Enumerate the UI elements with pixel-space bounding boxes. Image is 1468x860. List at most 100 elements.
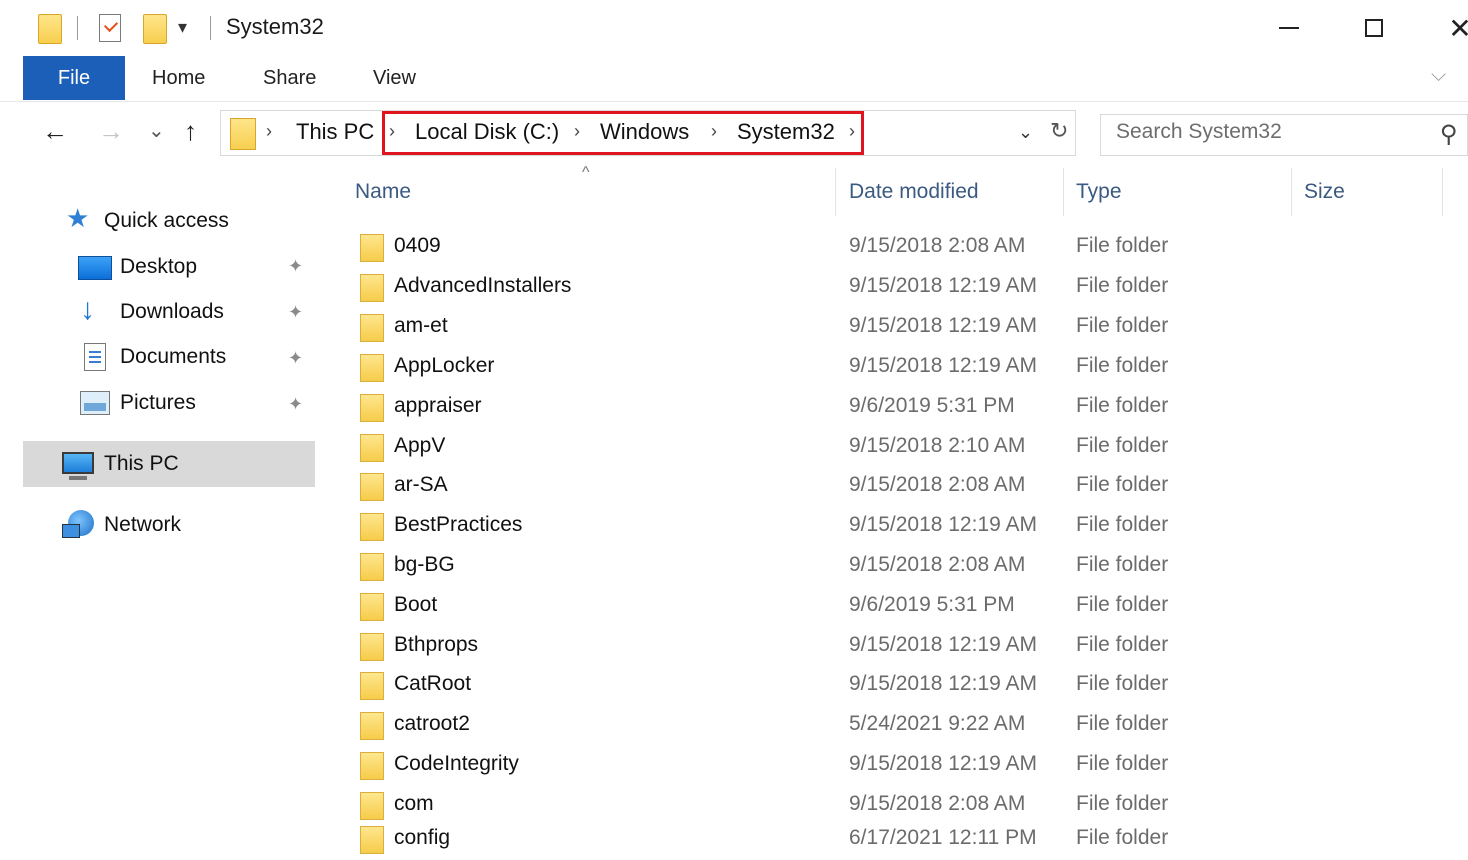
properties-icon[interactable] [99, 14, 121, 42]
star-icon: ★ [66, 203, 90, 233]
sidebar-item-label: Network [104, 513, 182, 536]
breadcrumb-separator[interactable]: › [266, 121, 272, 142]
recent-locations-button[interactable]: ⌄ [148, 118, 165, 143]
file-row[interactable]: appraiser 9/6/2019 5:31 PM File folder [340, 388, 1460, 428]
pin-icon[interactable]: ✦ [288, 348, 303, 369]
sidebar-item-this-pc[interactable]: This PC [62, 443, 179, 485]
folder-icon [360, 234, 384, 262]
column-header-type[interactable]: Type [1076, 180, 1122, 204]
folder-icon [360, 394, 384, 422]
file-row[interactable]: config 6/17/2021 12:11 PM File folder [340, 820, 1460, 860]
folder-icon [360, 712, 384, 740]
pin-icon[interactable]: ✦ [288, 302, 303, 323]
column-divider[interactable] [1063, 168, 1064, 216]
file-name: CodeIntegrity [394, 752, 519, 775]
column-header-size[interactable]: Size [1304, 180, 1345, 204]
file-row[interactable]: AdvancedInstallers 9/15/2018 12:19 AM File… [340, 268, 1460, 308]
file-row[interactable]: Bthprops 9/15/2018 12:19 AM File folder [340, 627, 1460, 667]
window-title: System32 [226, 14, 324, 39]
file-name: config [394, 826, 451, 849]
sidebar-item-label: Desktop [120, 255, 198, 278]
back-button[interactable]: ← [42, 116, 68, 147]
folder-icon [360, 792, 384, 820]
sort-ascending-icon: ^ [582, 164, 590, 181]
address-dropdown-button[interactable]: ⌄ [1018, 122, 1033, 143]
file-type: File folder [1076, 633, 1169, 656]
tab-view[interactable]: View [373, 56, 416, 100]
maximize-button[interactable] [1350, 6, 1398, 50]
file-type: File folder [1076, 473, 1169, 496]
breadcrumb-this-pc[interactable]: This PC [296, 119, 374, 145]
file-row[interactable]: catroot2 5/24/2021 9:22 AM File folder [340, 706, 1460, 746]
column-divider[interactable] [1442, 168, 1443, 216]
file-type: File folder [1076, 792, 1169, 815]
file-type: File folder [1076, 434, 1169, 457]
sidebar-item-label: Pictures [120, 391, 196, 414]
search-input[interactable]: Search System32 [1116, 120, 1282, 144]
tab-home[interactable]: Home [152, 56, 205, 100]
folder-icon [360, 513, 384, 541]
file-row[interactable]: CatRoot 9/15/2018 12:19 AM File folder [340, 666, 1460, 706]
file-name: bg-BG [394, 553, 455, 576]
file-name: AppV [394, 434, 446, 457]
desktop-icon [78, 256, 112, 280]
file-name: Bthprops [394, 633, 479, 656]
file-type: File folder [1076, 752, 1169, 775]
file-type: File folder [1076, 234, 1169, 257]
folder-icon [360, 752, 384, 780]
pin-icon[interactable]: ✦ [288, 256, 303, 277]
close-icon: ✕ [1448, 12, 1468, 44]
sidebar-item-label: Documents [120, 345, 227, 368]
folder-icon[interactable] [38, 14, 62, 44]
divider [0, 101, 1468, 102]
refresh-button[interactable]: ↻ [1050, 118, 1074, 146]
sidebar-item-quick-access[interactable]: ★ Quick access [66, 200, 229, 242]
tab-file[interactable]: File [23, 56, 125, 100]
file-type: File folder [1076, 672, 1169, 695]
separator [210, 16, 211, 40]
file-row[interactable]: BestPractices 9/15/2018 12:19 AM File fold… [340, 507, 1460, 547]
search-icon[interactable]: ⚲ [1440, 120, 1458, 149]
pictures-icon [80, 391, 110, 415]
file-type: File folder [1076, 314, 1169, 337]
minimize-button[interactable] [1265, 6, 1313, 50]
file-row[interactable]: Boot 9/6/2019 5:31 PM File folder [340, 587, 1460, 627]
file-row[interactable]: AppV 9/15/2018 2:10 AM File folder [340, 428, 1460, 468]
file-date: 6/17/2021 12:11 PM [849, 826, 1037, 849]
file-name: 0409 [394, 234, 441, 257]
quick-access-toolbar-dropdown[interactable]: ▾ [178, 17, 187, 38]
documents-icon [84, 343, 106, 371]
file-row[interactable]: am-et 9/15/2018 12:19 AM File folder [340, 308, 1460, 348]
column-header-name[interactable]: Name [355, 180, 411, 204]
file-date: 9/15/2018 12:19 AM [849, 274, 1037, 297]
sidebar-item-label: Downloads [120, 300, 224, 323]
file-date: 9/15/2018 2:08 AM [849, 553, 1026, 576]
sidebar-item-network[interactable]: Network [62, 504, 181, 546]
file-type: File folder [1076, 593, 1169, 616]
folder-icon [360, 672, 384, 700]
file-row[interactable]: CodeIntegrity 9/15/2018 12:19 AM File fold… [340, 746, 1460, 786]
close-button[interactable]: ✕ [1436, 6, 1468, 50]
file-row[interactable]: bg-BG 9/15/2018 2:08 AM File folder [340, 547, 1460, 587]
folder-icon [360, 553, 384, 581]
file-row[interactable]: AppLocker 9/15/2018 12:19 AM File folder [340, 348, 1460, 388]
column-divider[interactable] [1291, 168, 1292, 216]
file-row[interactable]: 0409 9/15/2018 2:08 AM File folder [340, 228, 1460, 268]
new-folder-icon[interactable] [143, 14, 167, 44]
sidebar-item-pictures[interactable]: Pictures [78, 382, 196, 424]
up-button[interactable]: ↑ [184, 116, 197, 147]
file-row[interactable]: ar-SA 9/15/2018 2:08 AM File folder [340, 467, 1460, 507]
forward-button[interactable]: → [98, 116, 124, 147]
sidebar-item-documents[interactable]: Documents [78, 336, 226, 378]
separator [77, 16, 78, 40]
sidebar-item-desktop[interactable]: Desktop [78, 246, 197, 288]
expand-ribbon-icon[interactable]: ⌵ [1431, 64, 1446, 87]
column-header-date-modified[interactable]: Date modified [849, 180, 979, 204]
file-type: File folder [1076, 394, 1169, 417]
column-divider[interactable] [835, 168, 836, 216]
sidebar-item-label: Quick access [104, 209, 229, 232]
tab-share[interactable]: Share [263, 56, 316, 100]
sidebar-item-downloads[interactable]: ↓ Downloads [78, 291, 224, 333]
pin-icon[interactable]: ✦ [288, 394, 303, 415]
file-date: 9/15/2018 12:19 AM [849, 354, 1037, 377]
